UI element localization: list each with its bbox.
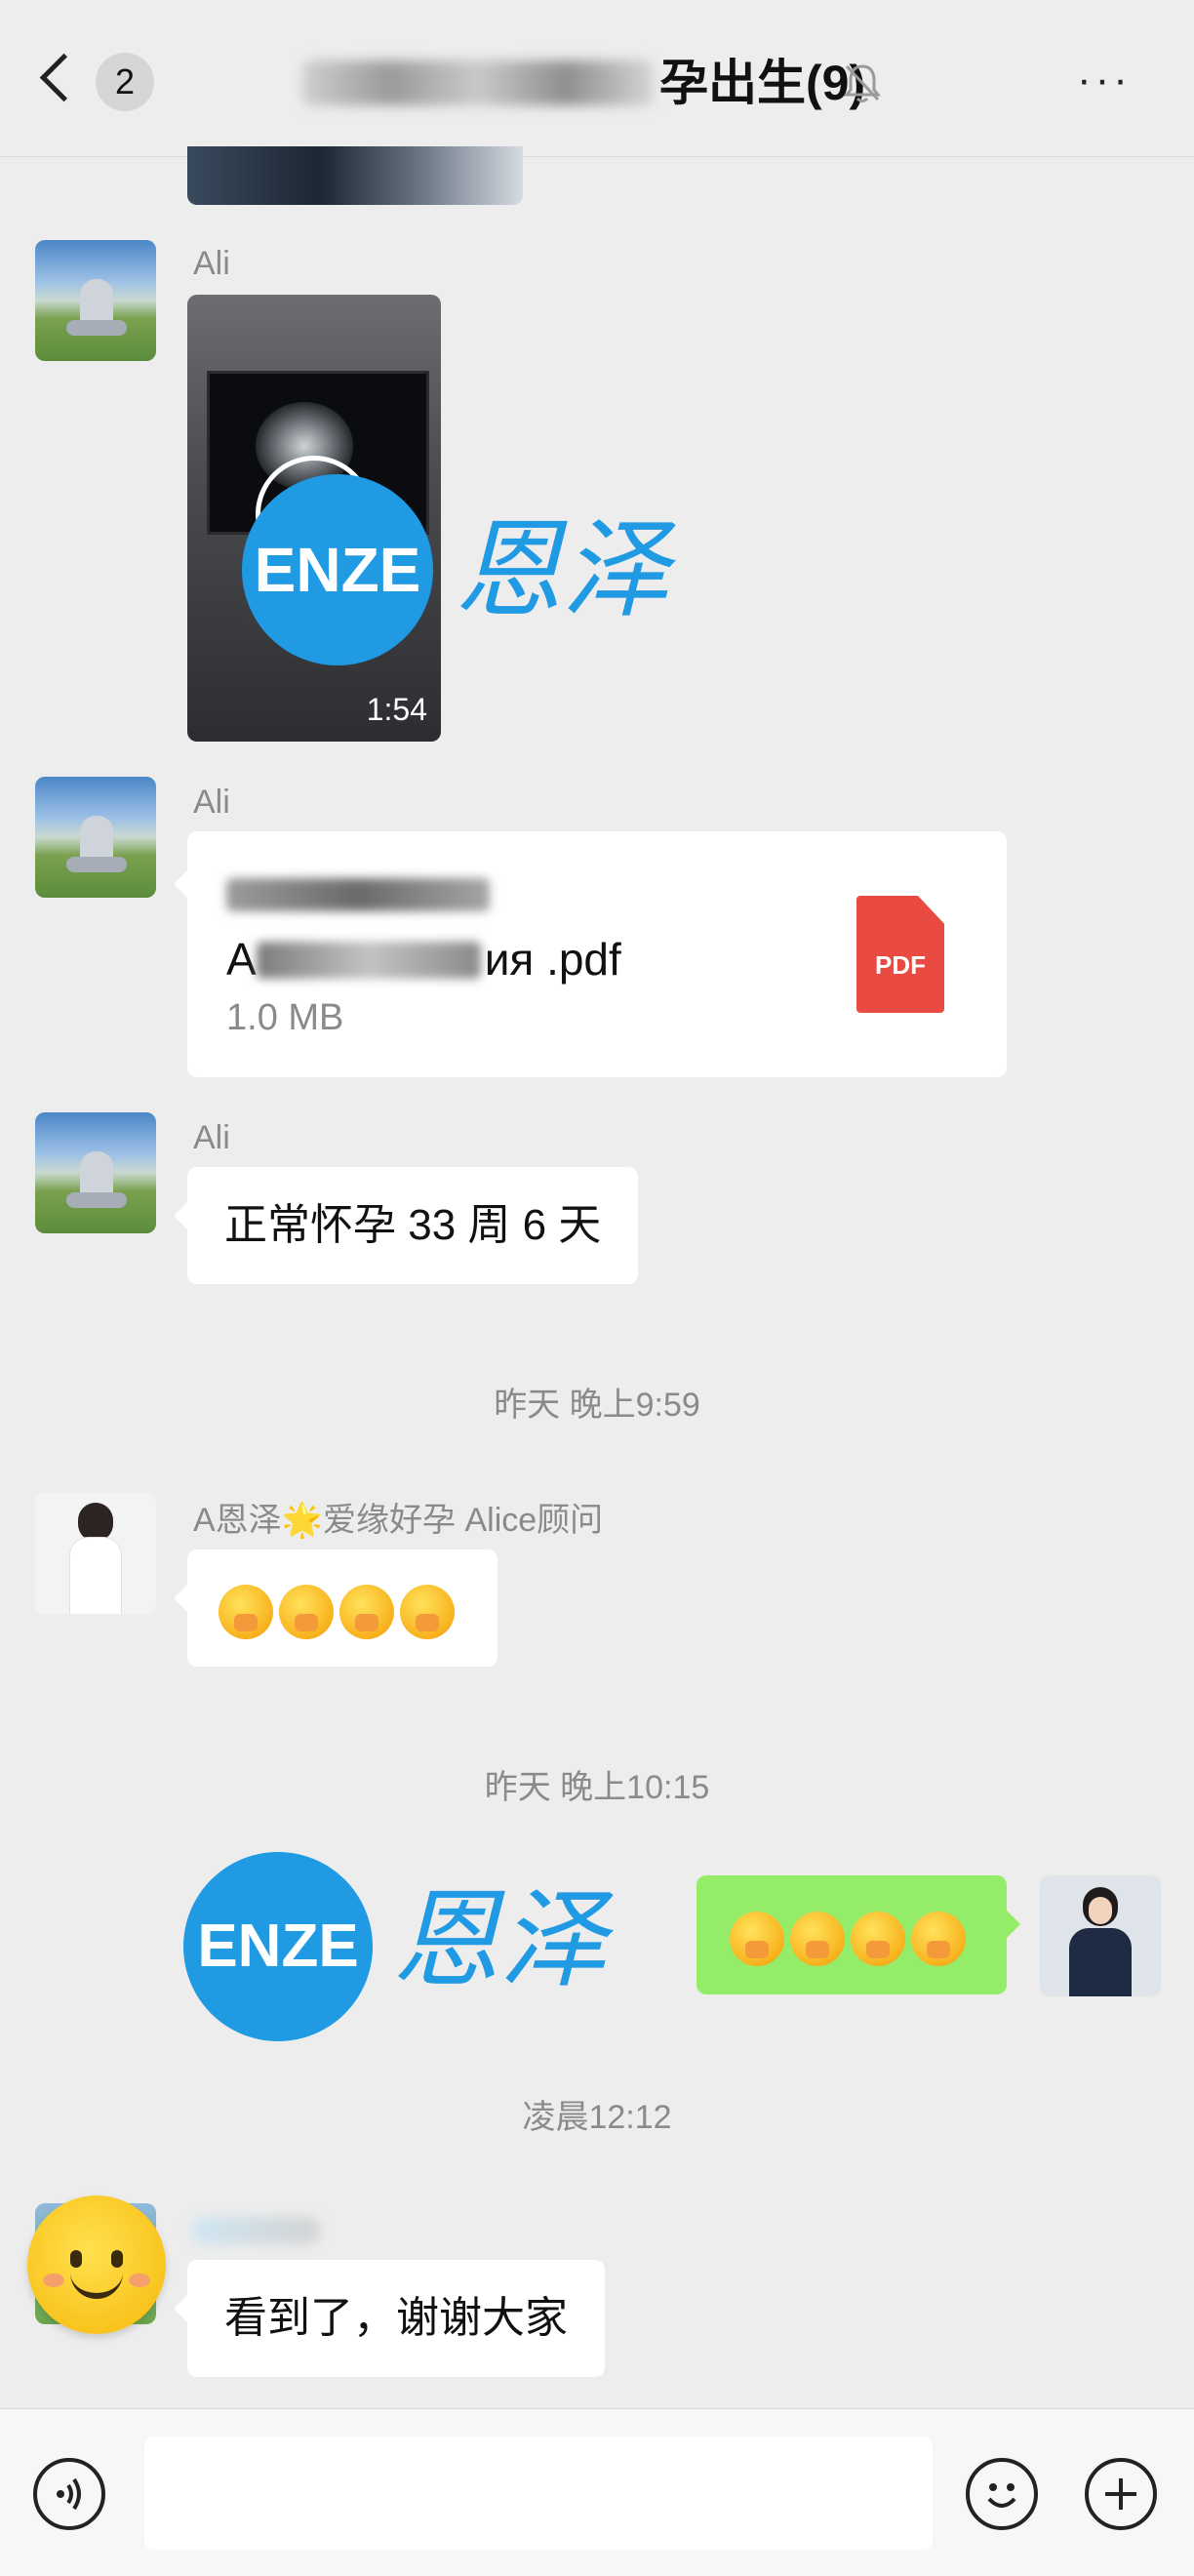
avatar-me[interactable] [1040, 1875, 1161, 1996]
file-name-prefix: A [226, 934, 257, 985]
emoji-row [730, 1908, 972, 1967]
plus-sign-icon [1105, 2478, 1136, 2510]
file-message[interactable]: Aия .pdf 1.0 MB PDF [174, 831, 1007, 1077]
emoji-shush-icon [790, 1912, 845, 1967]
timestamp: 凌晨12:12 [522, 2099, 672, 2136]
emoji-row [219, 1581, 460, 1640]
text-message[interactable]: 正常怀孕 33 周 6 天 [173, 1167, 639, 1284]
voice-icon[interactable] [33, 2458, 105, 2530]
avatar-figure-face [1089, 1897, 1112, 1924]
blurred-title-part [302, 60, 654, 105]
message-input[interactable] [144, 2436, 933, 2550]
avatar-figure-legs [66, 857, 127, 872]
bell-muted-icon [843, 64, 882, 102]
emoji-message[interactable] [174, 1550, 498, 1667]
text-message[interactable]: 看到了，谢谢大家 [174, 2260, 605, 2377]
blurred-file-name [256, 942, 481, 979]
back-button[interactable]: 2 [39, 49, 156, 117]
avatar-figure-legs [66, 1192, 127, 1208]
pdf-icon: PDF [856, 896, 944, 1013]
input-bar [0, 2408, 1194, 2576]
plus-icon[interactable] [1085, 2458, 1157, 2530]
emoji-shush-icon [851, 1912, 905, 1967]
pdf-icon-label: PDF [875, 950, 926, 980]
enze-watermark: ENZE 恩泽 [183, 1852, 613, 2047]
emoji-shush-icon [219, 1585, 273, 1640]
my-emoji-message[interactable] [696, 1875, 1020, 1994]
video-duration: 1:54 [366, 692, 427, 727]
smiley-cheek [129, 2274, 150, 2287]
sender-name: Ali [193, 784, 230, 821]
smiley-cheek [43, 2274, 64, 2287]
emoji-face-icon [987, 2483, 1016, 2508]
sender-name: Ali [193, 1119, 230, 1156]
emoji-shush-icon [279, 1585, 334, 1640]
timestamp: 昨天 晚上10:15 [484, 1769, 710, 1806]
emoji-shush-icon [400, 1585, 455, 1640]
enze-logo-circle: ENZE [183, 1852, 373, 2041]
timestamp: 昨天 晚上9:59 [494, 1387, 700, 1424]
enze-logo-text: 恩泽 [392, 1877, 607, 2002]
emoji-icon[interactable] [966, 2458, 1038, 2530]
chat-header: 2 孕出生(9) ··· [0, 0, 1194, 157]
smiley-eye [70, 2250, 82, 2268]
sender-name: Ali [193, 245, 230, 282]
chevron-left-icon [39, 53, 89, 102]
avatar-figure-legs [66, 320, 127, 336]
blurred-file-name-line [226, 878, 490, 911]
emoji-shush-icon [339, 1585, 394, 1640]
voice-waves-icon [57, 2477, 81, 2511]
emoji-shush-icon [911, 1912, 966, 1967]
previous-image-message[interactable] [187, 146, 523, 205]
enze-logo-circle: ENZE [242, 474, 433, 665]
avatar-ali[interactable] [35, 777, 156, 898]
smiley-mouth [70, 2272, 123, 2299]
avatar-ali[interactable] [35, 240, 156, 361]
sender-name: A恩泽🌟爱缘好孕 Alice顾问 [193, 1502, 604, 1539]
smiley-sticker-icon [27, 2195, 166, 2334]
enze-watermark: ENZE 恩泽 [242, 474, 671, 669]
avatar-figure-body [1069, 1928, 1132, 1996]
avatar-alice[interactable] [35, 1493, 156, 1614]
emoji-shush-icon [730, 1912, 784, 1967]
file-size: 1.0 MB [226, 997, 344, 1038]
more-options-button[interactable]: ··· [1077, 59, 1135, 105]
avatar-figure-body [70, 1538, 121, 1614]
enze-logo-text: 恩泽 [455, 507, 669, 632]
file-name: Aия .pdf [226, 933, 621, 986]
blurred-sender-name [191, 2217, 320, 2244]
avatar-figure-hair [78, 1503, 113, 1542]
chat-title-text: 孕出生(9) [659, 56, 866, 110]
avatar-ali[interactable] [35, 1112, 156, 1233]
unread-badge: 2 [96, 53, 154, 111]
file-name-suffix: ия .pdf [484, 934, 621, 985]
smiley-eye [111, 2250, 123, 2268]
chat-title[interactable]: 孕出生(9) [302, 51, 865, 115]
